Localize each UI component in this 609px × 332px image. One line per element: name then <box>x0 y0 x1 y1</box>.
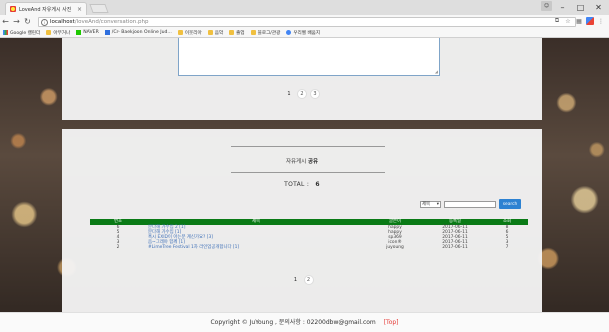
menu-icon[interactable]: ⋮ <box>597 17 605 25</box>
new-tab-button[interactable] <box>89 4 109 13</box>
search-button[interactable]: search <box>499 199 521 209</box>
bookmark-item[interactable]: NAVER <box>76 30 99 35</box>
comment-panel: ◢ 123 <box>62 38 542 120</box>
page-number-link[interactable]: 2 <box>303 275 314 285</box>
chevron-down-icon: ▾ <box>436 201 439 207</box>
board-title-bold: 공유 <box>307 159 319 165</box>
tab-close-icon[interactable]: × <box>77 6 82 13</box>
page-background: ◢ 123 자유게시 공유 TOTAL : 6 제목 ▾ search 번호 제… <box>0 38 609 332</box>
resize-handle-icon[interactable]: ◢ <box>435 69 438 74</box>
bookmark-item[interactable]: Google 캘린더 <box>3 30 40 36</box>
page-number-link[interactable]: 1 <box>291 275 301 285</box>
divider <box>231 146 385 147</box>
post-number: 2 <box>116 245 120 250</box>
total-count: TOTAL : 6 <box>62 181 542 188</box>
bookmarks-bar: Google 캘린더 아무거나 NAVER/Cr- Baekjoon Online … <box>0 28 609 38</box>
close-window-button[interactable]: ✕ <box>590 1 607 13</box>
board-panel: 자유게시 공유 TOTAL : 6 제목 ▾ search 번호 제목 글쓴이 … <box>62 129 542 313</box>
board-pagination: 12 <box>62 275 542 285</box>
bookmark-item[interactable]: 졸업 <box>229 30 245 36</box>
bookmark-item[interactable]: 음악 <box>207 30 224 36</box>
browser-tab[interactable]: LoveAnd 자유게시 사진 × <box>5 2 87 15</box>
url-path: /loveAnd/conversation.php <box>74 19 149 25</box>
bookmark-label: 아무거나 <box>53 30 71 36</box>
footer: Copyright © JuYoung , 문의사항 : 02200dbw@gm… <box>0 312 609 332</box>
top-link[interactable]: [Top] <box>384 319 399 326</box>
search-bar: 제목 ▾ search <box>420 199 521 209</box>
footer-text: Copyright © JuYoung , 문의사항 : 02200dbw@gm… <box>210 319 376 326</box>
page-number-link[interactable]: 1 <box>284 89 294 99</box>
address-bar[interactable]: i localhost/loveAnd/conversation.php <box>38 17 576 27</box>
minimize-button[interactable]: – <box>554 1 571 13</box>
post-author: juyoung <box>386 245 404 250</box>
bookmark-label: Google 캘린더 <box>10 30 41 36</box>
board-title: 자유게시 공유 <box>62 157 542 165</box>
post-date: 2017-06-11 <box>442 245 468 250</box>
search-input[interactable] <box>444 200 496 208</box>
bookmark-label: NAVER <box>83 30 99 35</box>
board-table: 번호 제목 글쓴이 등록일 조회 6 분다해 가수입 2 [1] happy 2017… <box>90 219 528 250</box>
divider <box>231 172 385 173</box>
folder-icon <box>207 30 213 35</box>
total-label: TOTAL : <box>284 181 310 188</box>
bookmark-item[interactable]: 이웃리아 <box>177 30 202 36</box>
folder-icon <box>250 30 256 35</box>
post-title-link[interactable]: #LimeTree Festival 1차 라인업공개합니다 [1] <box>146 245 366 250</box>
reload-icon[interactable]: ↻ <box>22 16 33 27</box>
bookmark-label: 블로그/관광 <box>257 30 281 36</box>
folder-icon <box>46 30 52 35</box>
info-icon[interactable]: i <box>41 18 48 26</box>
comment-textarea[interactable]: ◢ <box>178 38 440 76</box>
bookmark-label: 졸업 <box>236 30 245 36</box>
star-icon[interactable]: ☆ <box>564 17 572 25</box>
bookmark-item[interactable]: /Cr- Baekjoon Online Jud... <box>104 30 172 35</box>
maximize-button[interactable]: □ <box>572 1 589 13</box>
bookmark-icon <box>104 30 110 35</box>
browser-chrome: LoveAnd 자유게시 사진 × ☺ – □ ✕ ← → ↻ i localh… <box>0 0 609 38</box>
tab-bar: LoveAnd 자유게시 사진 × ☺ – □ ✕ <box>0 0 609 15</box>
page-number-link[interactable]: 2 <box>297 89 307 99</box>
bookmark-label: 우리벨 배움지 <box>293 30 321 36</box>
tab-title: LoveAnd 자유게시 사진 <box>19 6 72 13</box>
profile-icon[interactable]: ☺ <box>541 1 552 11</box>
folder-icon <box>177 30 183 35</box>
bookmark-item[interactable]: 블로그/관광 <box>250 30 281 36</box>
folder-icon <box>229 30 235 35</box>
search-select-value: 제목 <box>422 202 431 207</box>
forward-arrow-icon[interactable]: → <box>11 16 22 27</box>
translate-icon[interactable]: ⧉ <box>553 17 561 25</box>
total-value: 6 <box>315 181 320 188</box>
bookmark-icon <box>286 30 292 35</box>
extension-color-icon[interactable] <box>586 17 594 25</box>
back-arrow-icon[interactable]: ← <box>0 16 11 27</box>
url-host: localhost <box>50 19 75 25</box>
nav-bar: ← → ↻ i localhost/loveAnd/conversation.p… <box>0 15 609 28</box>
search-field-select[interactable]: 제목 ▾ <box>420 200 441 208</box>
bookmark-icon <box>3 30 8 35</box>
favicon-icon <box>10 6 16 12</box>
bookmark-item[interactable]: 우리벨 배움지 <box>286 30 320 36</box>
bookmark-label: 음악 <box>214 30 224 36</box>
post-views: 7 <box>505 245 509 250</box>
bookmark-item[interactable]: 아무거나 <box>46 30 70 36</box>
bookmark-label: /Cr- Baekjoon Online Jud... <box>111 30 172 35</box>
board-title-prefix: 자유게시 <box>285 159 307 165</box>
bookmark-label: 이웃리아 <box>184 30 202 36</box>
comment-pagination: 123 <box>62 89 542 99</box>
bookmark-icon <box>76 30 82 35</box>
page-number-link[interactable]: 3 <box>310 89 320 99</box>
table-row: 2 #LimeTree Festival 1차 라인업공개합니다 [1] juyou… <box>90 245 528 250</box>
extension-icon[interactable]: ▦ <box>575 17 583 25</box>
